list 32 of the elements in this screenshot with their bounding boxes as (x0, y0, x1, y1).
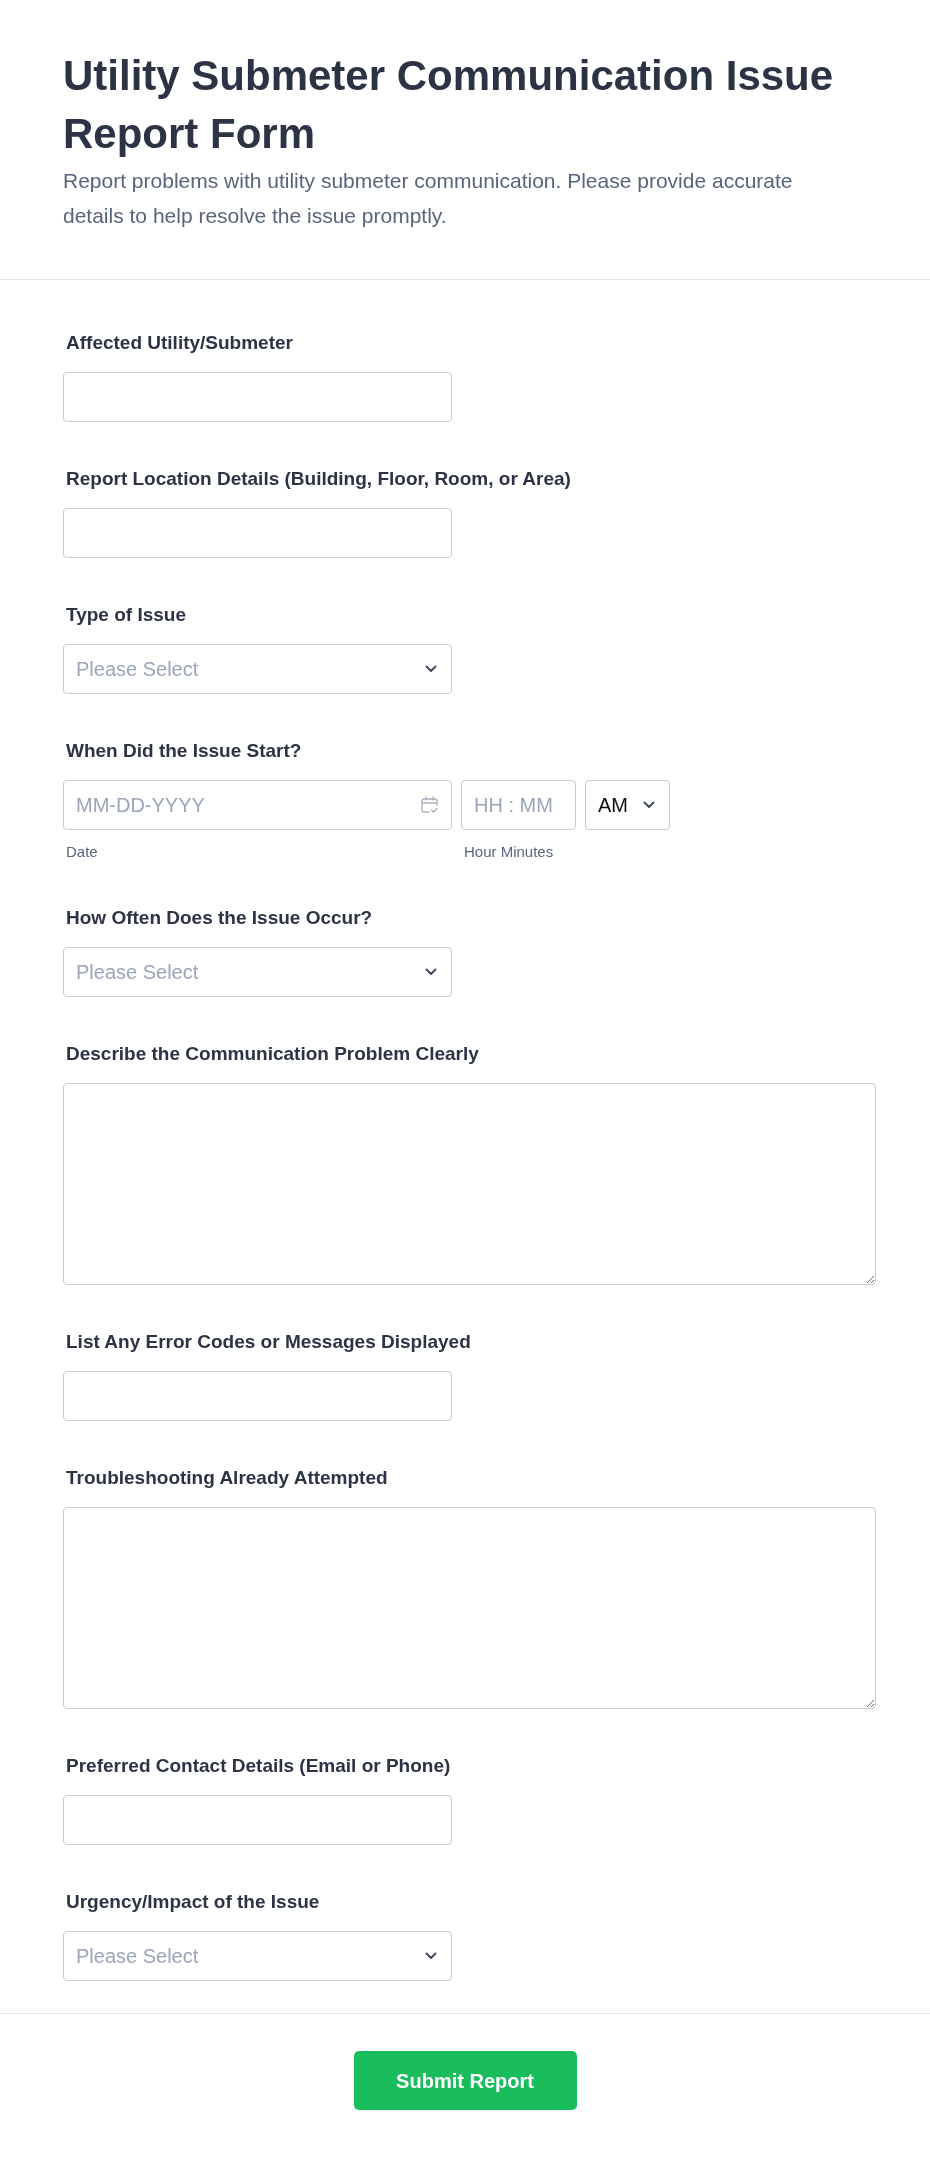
field-label: Type of Issue (66, 603, 186, 627)
text-field[interactable] (63, 1371, 452, 1421)
field-label: Troubleshooting Already Attempted (66, 1466, 388, 1490)
text-area[interactable] (63, 1083, 876, 1285)
time-sublabel: Hour Minutes (464, 843, 554, 861)
select-field[interactable]: Please Select (63, 1931, 452, 1981)
select-field[interactable]: AM (585, 780, 670, 830)
field-label: When Did the Issue Start? (66, 739, 302, 763)
field-label: Describe the Communication Problem Clearly (66, 1042, 479, 1066)
chevron-down-icon (425, 1952, 437, 1960)
form-title: Utility Submeter Communication Issue Report Form (63, 51, 835, 159)
chevron-down-icon (425, 665, 437, 673)
submit-button[interactable]: Submit Report (353, 2051, 577, 2110)
text-field[interactable] (63, 508, 452, 558)
form-description: Report problems with utility submeter communication. Please provide accurate details to help resolve the issue promptly. (63, 168, 794, 229)
select-field[interactable]: Please Select (63, 947, 452, 997)
select-field[interactable]: Please Select (63, 644, 452, 694)
chevron-down-icon (643, 801, 655, 809)
field-label: Preferred Contact Details (Email or Phone) (66, 1754, 451, 1778)
date-field[interactable]: MM-DD-YYYY (63, 780, 452, 830)
field-label: Affected Utility/Submeter (66, 331, 293, 355)
time-field[interactable]: HH : MM (461, 780, 576, 830)
calendar-icon (421, 796, 438, 814)
field-label: Urgency/Impact of the Issue (66, 1890, 320, 1914)
field-label: Report Location Details (Building, Floor, Room, or Area) (66, 467, 571, 491)
text-field[interactable] (63, 1795, 452, 1845)
chevron-down-icon (425, 968, 437, 976)
date-sublabel: Date (66, 843, 98, 861)
field-label: List Any Error Codes or Messages Displayed (66, 1330, 471, 1354)
field-label: How Often Does the Issue Occur? (66, 906, 373, 930)
text-field[interactable] (63, 372, 452, 422)
text-area[interactable] (63, 1507, 876, 1709)
